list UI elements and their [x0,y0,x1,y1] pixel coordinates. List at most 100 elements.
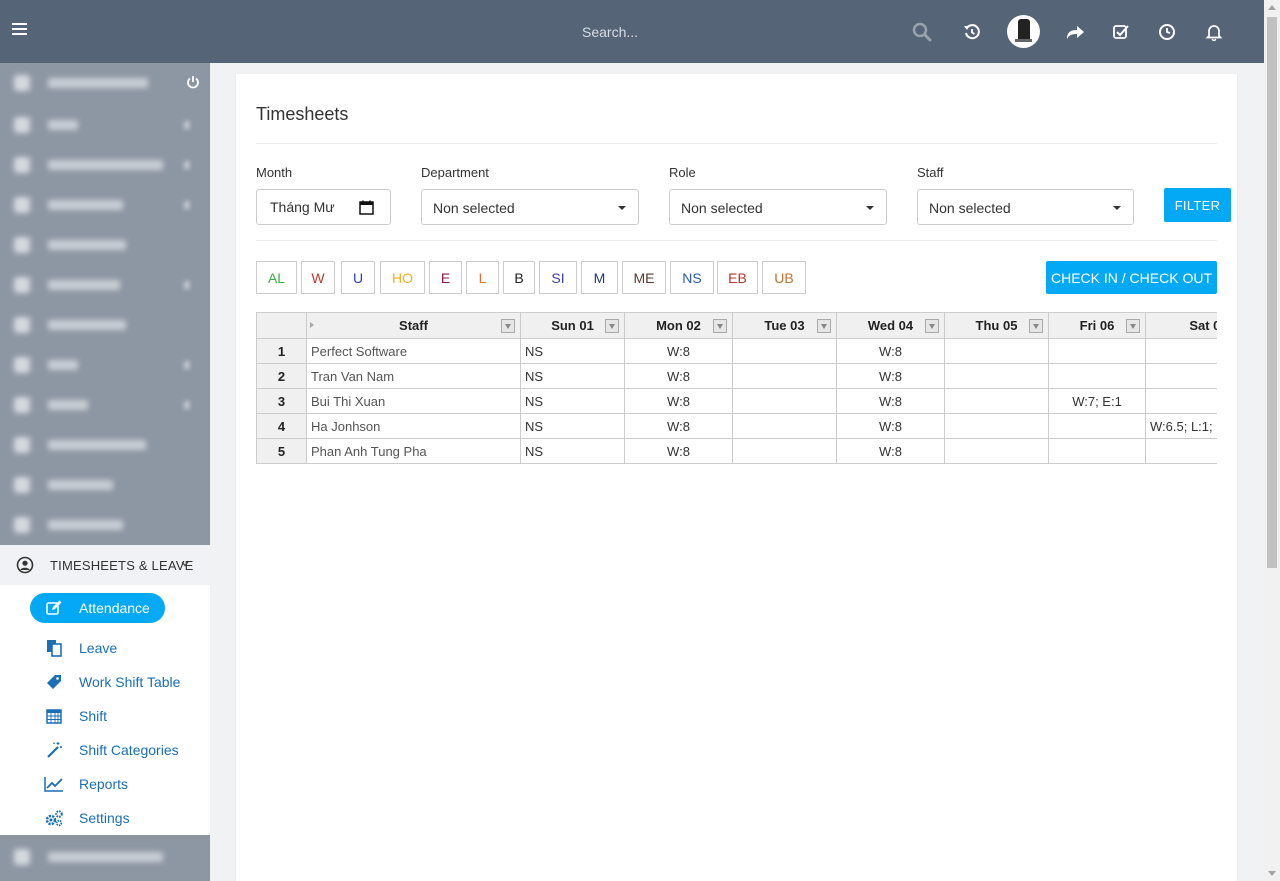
sidebar-item-blurred[interactable] [0,265,210,305]
column-dropdown-icon[interactable] [817,319,831,333]
column-header-day[interactable]: Wed 04 [836,312,945,339]
legend-button-al[interactable]: AL [256,261,297,294]
share-icon[interactable] [1064,21,1086,43]
column-header-day[interactable]: Fri 06 [1048,312,1146,339]
day-cell[interactable] [732,388,837,414]
bell-icon[interactable] [1203,21,1225,43]
column-dropdown-icon[interactable] [1029,319,1043,333]
day-cell[interactable] [1145,338,1217,364]
department-select[interactable]: Non selected [421,189,639,225]
power-icon[interactable] [186,75,202,91]
legend-button-u[interactable]: U [341,261,375,294]
day-cell[interactable]: NS [520,438,625,464]
day-cell[interactable] [944,413,1049,439]
day-cell[interactable] [944,363,1049,389]
day-cell[interactable] [732,413,837,439]
day-cell[interactable]: NS [520,363,625,389]
day-cell[interactable] [944,438,1049,464]
legend-button-ns[interactable]: NS [670,261,714,294]
day-cell[interactable] [1145,363,1217,389]
check-in-check-out-button[interactable]: CHECK IN / CHECK OUT [1046,261,1217,294]
day-cell[interactable]: W:8 [836,388,945,414]
submenu-item-leave[interactable]: Leave [0,633,210,663]
sidebar-item-blurred[interactable] [0,505,210,545]
day-cell[interactable] [944,388,1049,414]
search-input[interactable] [572,18,902,46]
day-cell[interactable]: W:8 [836,363,945,389]
sidebar-item-blurred[interactable] [0,835,210,881]
day-cell[interactable]: W:6.5; L:1; E [1145,413,1217,439]
day-cell[interactable] [1145,438,1217,464]
column-header-day[interactable]: Thu 05 [944,312,1049,339]
column-header-day[interactable]: Sun 01 [520,312,625,339]
day-cell[interactable] [1048,338,1146,364]
day-cell[interactable]: W:8 [624,438,733,464]
history-icon[interactable] [961,21,983,43]
day-cell[interactable]: W:8 [624,388,733,414]
submenu-item-shift[interactable]: Shift [0,701,210,731]
role-select[interactable]: Non selected [669,189,887,225]
submenu-item-settings[interactable]: Settings [0,803,210,833]
submenu-item-shift-categories[interactable]: Shift Categories [0,735,210,765]
day-cell[interactable] [732,338,837,364]
page-scrollbar[interactable] [1264,0,1280,881]
day-cell[interactable]: NS [520,338,625,364]
staff-select[interactable]: Non selected [917,189,1134,225]
calendar-icon[interactable] [359,200,374,215]
avatar[interactable] [1007,15,1040,48]
day-cell[interactable]: W:7; E:1 [1048,388,1146,414]
legend-button-w[interactable]: W [301,261,335,294]
legend-button-e[interactable]: E [429,261,462,294]
filter-button[interactable]: FILTER [1164,188,1231,222]
column-dropdown-icon[interactable] [501,319,515,333]
legend-button-ub[interactable]: UB [762,261,806,294]
column-dropdown-icon[interactable] [1126,319,1140,333]
legend-button-me[interactable]: ME [622,261,666,294]
hamburger-menu-icon[interactable] [12,23,27,39]
sidebar-item-blurred[interactable] [0,465,210,505]
scroll-up-arrow-icon[interactable] [1268,5,1276,10]
day-cell[interactable] [732,363,837,389]
checkbox-icon[interactable] [1110,21,1132,43]
column-dropdown-icon[interactable] [713,319,727,333]
day-cell[interactable] [732,438,837,464]
column-header-day[interactable]: Sat 07 [1145,312,1217,339]
scrollbar-thumb[interactable] [1267,17,1277,568]
day-cell[interactable]: W:8 [836,338,945,364]
staff-name-cell[interactable]: Perfect Software [306,338,521,364]
sidebar-item-blurred[interactable] [0,225,210,265]
sidebar-item-blurred[interactable] [0,105,210,145]
day-cell[interactable] [1048,413,1146,439]
legend-button-si[interactable]: SI [539,261,577,294]
day-cell[interactable]: W:8 [624,363,733,389]
scroll-down-arrow-icon[interactable] [1268,871,1276,876]
sidebar-item-blurred[interactable] [0,385,210,425]
sidebar-item-timesheets-leave[interactable]: TIMESHEETS & LEAVE [0,545,210,585]
column-dropdown-icon[interactable] [925,319,939,333]
staff-name-cell[interactable]: Bui Thi Xuan [306,388,521,414]
staff-name-cell[interactable]: Phan Anh Tung Pha [306,438,521,464]
sidebar-item-blurred[interactable] [0,185,210,225]
clock-icon[interactable] [1156,21,1178,43]
sidebar-item-blurred[interactable] [0,145,210,185]
legend-button-b[interactable]: B [503,261,535,294]
legend-button-eb[interactable]: EB [717,261,758,294]
sidebar-item-blurred[interactable] [0,345,210,385]
column-header-staff[interactable]: Staff [306,312,521,339]
day-cell[interactable]: W:8 [836,438,945,464]
staff-name-cell[interactable]: Ha Jonhson [306,413,521,439]
legend-button-ho[interactable]: HO [380,261,425,294]
sidebar-item-blurred[interactable] [0,425,210,465]
submenu-item-attendance[interactable]: Attendance [0,593,210,623]
day-cell[interactable] [944,338,1049,364]
legend-button-m[interactable]: M [581,261,618,294]
column-dropdown-icon[interactable] [605,319,619,333]
column-header-day[interactable]: Mon 02 [624,312,733,339]
day-cell[interactable]: W:8 [624,413,733,439]
day-cell[interactable]: W:8 [836,413,945,439]
submenu-item-reports[interactable]: Reports [0,769,210,799]
staff-name-cell[interactable]: Tran Van Nam [306,363,521,389]
day-cell[interactable]: NS [520,388,625,414]
month-input[interactable]: Tháng Mư [256,189,391,225]
corner-header[interactable] [256,312,307,339]
